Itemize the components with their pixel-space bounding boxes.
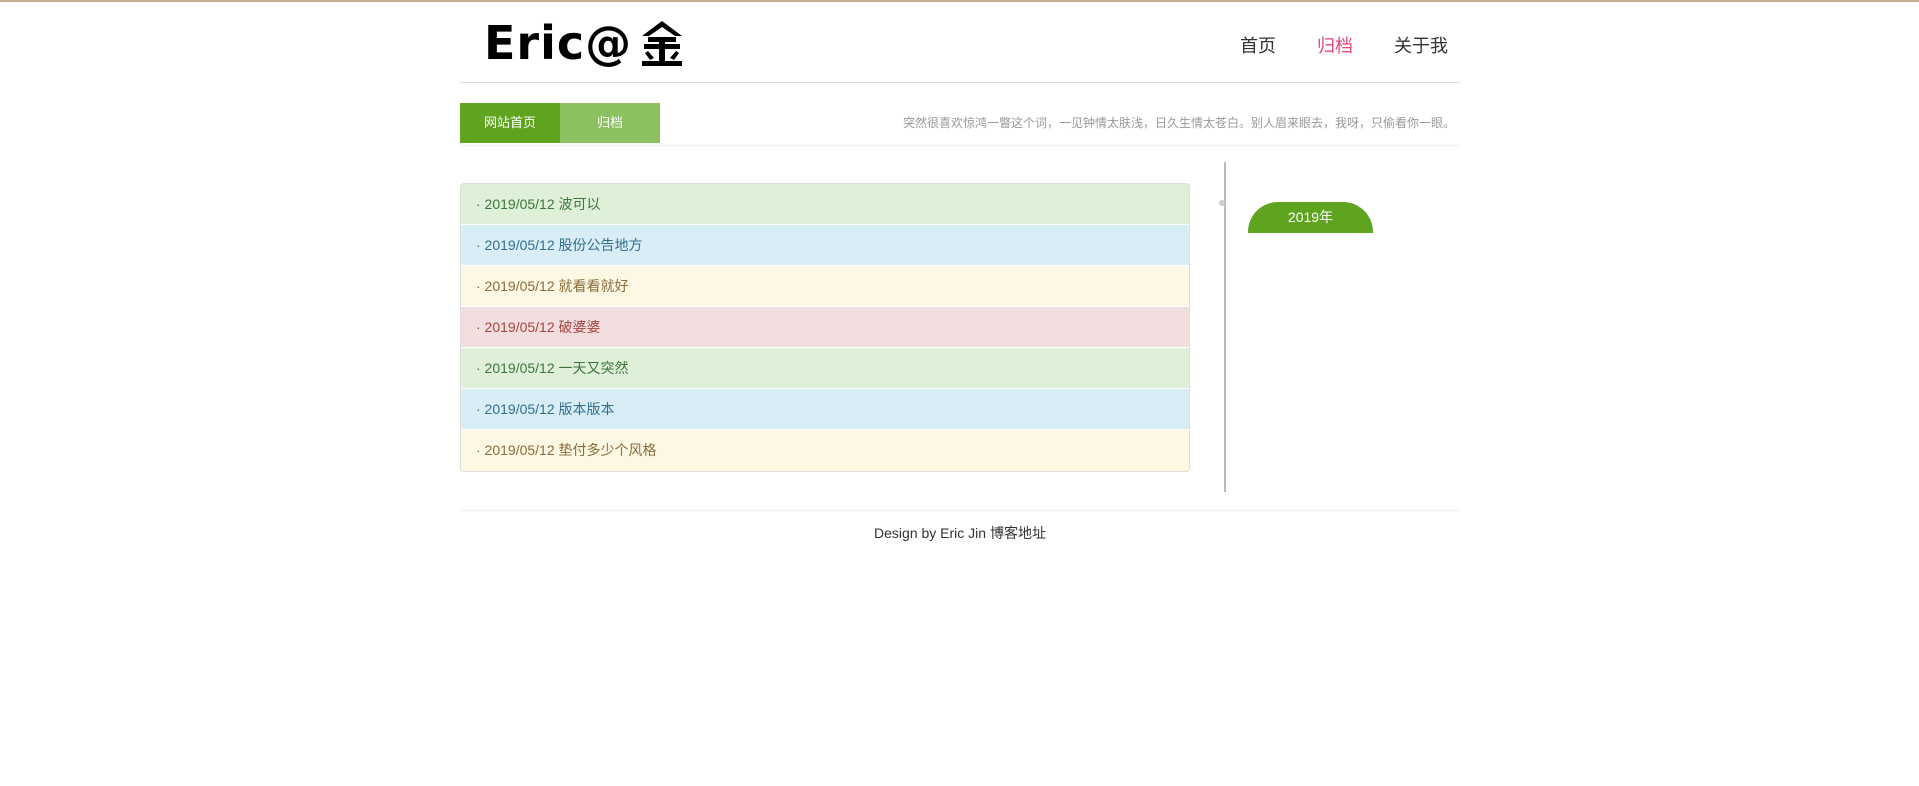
- breadcrumb-home[interactable]: 网站首页: [460, 103, 560, 143]
- footer-design-text: Design by Eric Jin: [874, 525, 990, 541]
- breadcrumb: 网站首页 归档 突然很喜欢惊鸿一瞥这个词，一见钟情太肤浅，日久生情太苍白。别人眉…: [460, 103, 1460, 146]
- archive-item[interactable]: · 2019/05/12 破婆婆: [461, 307, 1189, 348]
- nav-archive[interactable]: 归档: [1317, 32, 1353, 58]
- page-container: Eric@ 首页 归档 关于我 网站首页 归档 突然很喜欢惊鸿一瞥这个词，一见钟…: [460, 2, 1460, 541]
- breadcrumb-current[interactable]: 归档: [560, 103, 660, 143]
- timeline-dot: [1219, 200, 1225, 206]
- nav-home[interactable]: 首页: [1240, 32, 1276, 58]
- logo-text: Eric@: [484, 16, 633, 70]
- site-header: Eric@ 首页 归档 关于我: [460, 2, 1460, 83]
- archive-list: · 2019/05/12 波可以 · 2019/05/12 股份公告地方 · 2…: [460, 183, 1190, 472]
- archive-item[interactable]: · 2019/05/12 垫付多少个风格: [461, 430, 1189, 471]
- main-nav: 首页 归档 关于我: [1199, 32, 1448, 58]
- timeline-line: [1224, 162, 1226, 492]
- site-logo[interactable]: Eric@: [484, 18, 684, 68]
- footer-blog-link[interactable]: 博客地址: [990, 525, 1046, 541]
- jin-character-logo-icon: [642, 21, 683, 66]
- timeline-year-tag[interactable]: 2019年: [1248, 202, 1373, 233]
- archive-item[interactable]: · 2019/05/12 一天又突然: [461, 348, 1189, 389]
- archive-item[interactable]: · 2019/05/12 波可以: [461, 184, 1189, 225]
- nav-about[interactable]: 关于我: [1394, 32, 1448, 58]
- archive-item[interactable]: · 2019/05/12 股份公告地方: [461, 225, 1189, 266]
- header-quote: 突然很喜欢惊鸿一瞥这个词，一见钟情太肤浅，日久生情太苍白。别人眉来眼去，我呀，只…: [902, 116, 1455, 130]
- archive-item[interactable]: · 2019/05/12 就看看就好: [461, 266, 1189, 307]
- archive-item[interactable]: · 2019/05/12 版本版本: [461, 389, 1189, 430]
- site-footer: Design by Eric Jin 博客地址: [460, 510, 1460, 543]
